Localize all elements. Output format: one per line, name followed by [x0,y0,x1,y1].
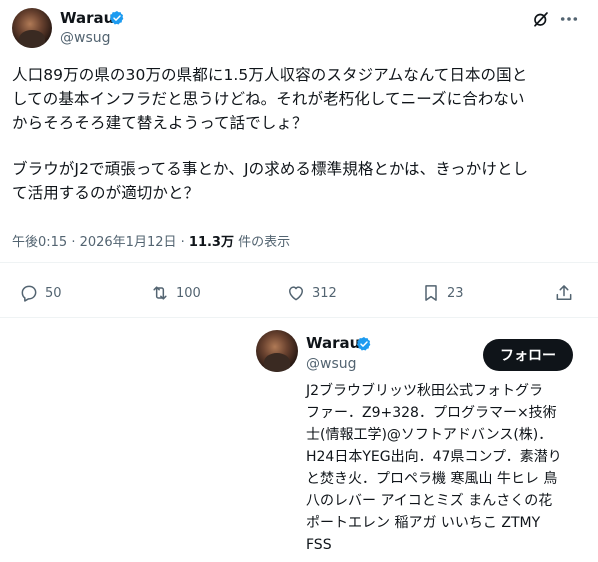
like-count: 312 [312,285,337,301]
view-count-label: 件の表示 [238,235,291,250]
bookmark-count: 23 [447,285,464,301]
author-name[interactable]: Warau [60,9,114,27]
author-handle[interactable]: @wsug [60,30,111,46]
verified-badge-icon [356,337,371,351]
hover-card-avatar[interactable] [256,330,298,372]
reply-button[interactable]: 50 [19,283,62,303]
divider [0,317,598,318]
follow-button[interactable]: フォロー [483,339,573,371]
like-icon [289,286,303,301]
share-icon [556,285,572,300]
reply-icon [21,285,37,302]
tweet-paragraph-2: ブラウがJ2で頑張ってる事とか、Jの求める標準規格とかは、きっかけとし て活用す… [12,160,529,202]
bookmark-icon [425,285,437,301]
tweet-timestamp[interactable]: 午後0:15 · 2026年1月12日 · [12,235,185,250]
retweet-icon [153,286,167,300]
author-avatar[interactable] [12,8,52,48]
tweet-meta: 午後0:15 · 2026年1月12日 · 11.3万 件の表示 [12,231,290,250]
divider [0,262,598,263]
verified-badge-icon [109,11,124,25]
hover-card-bio: J2ブラウブリッツ秋田公式フォトグラ ファー．Z9+328．プログラマー×技術 … [306,383,562,553]
more-icon[interactable] [558,10,580,28]
grok-icon[interactable] [532,10,550,28]
retweet-button[interactable]: 100 [150,283,201,303]
tweet-text: 人口89万の県の30万の県都に1.5万人収容のスタジアムなんて日本の国と しての… [12,63,588,205]
like-button[interactable]: 312 [286,283,337,303]
tweet-paragraph-1: 人口89万の県の30万の県都に1.5万人収容のスタジアムなんて日本の国と しての… [12,66,528,132]
hover-card-name[interactable]: Warau [306,334,360,352]
share-button[interactable] [554,283,574,303]
bookmark-button[interactable]: 23 [421,283,464,303]
hover-card-handle[interactable]: @wsug [306,356,357,372]
reply-count: 50 [45,285,62,301]
retweet-count: 100 [176,285,201,301]
view-count: 11.3万 [188,235,234,250]
